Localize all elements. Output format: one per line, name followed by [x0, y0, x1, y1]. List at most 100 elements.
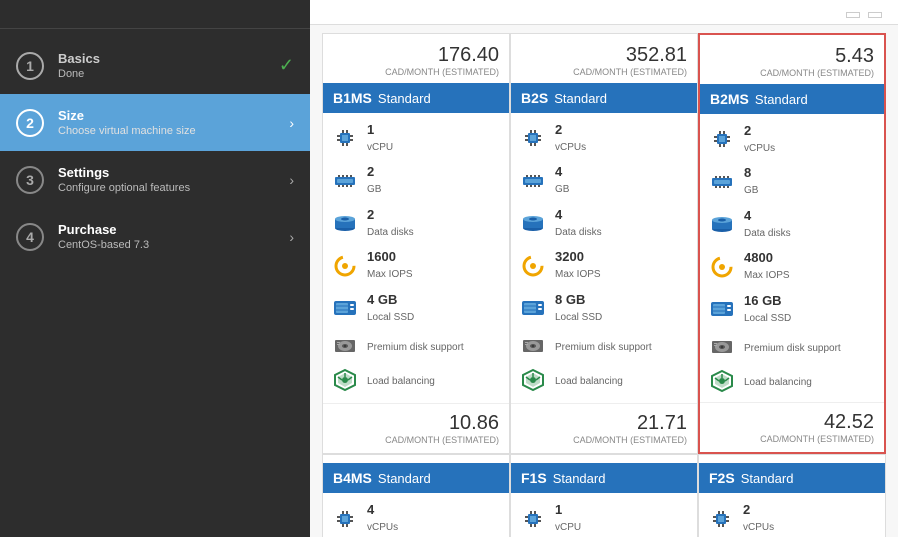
premium-disk-icon	[521, 336, 545, 356]
iops-icon	[334, 255, 356, 277]
size-col-b2s[interactable]: 352.81 CAD/MONTH (ESTIMATED) B2S Standar…	[510, 33, 698, 454]
size-header-f1s: F1S Standard	[511, 463, 697, 493]
feature-icon-iops	[710, 255, 734, 279]
feature-text-ssd: 4 GB Local SSD	[367, 292, 414, 324]
size-col-b2ms[interactable]: 5.43 CAD/MONTH (ESTIMATED) B2MS Standard	[698, 33, 886, 454]
feature-icon-disk	[521, 211, 545, 235]
size-features: 4 vCPUs 16 GB	[323, 493, 509, 537]
step-number-size: 2	[16, 109, 44, 137]
size-type: Standard	[755, 92, 808, 107]
left-panel-header	[0, 0, 310, 29]
feature-row-prem: Premium disk support	[700, 330, 884, 364]
feature-text-prem: Premium disk support	[555, 339, 652, 355]
feature-row-cpu: 2 vCPUs	[511, 117, 697, 159]
feature-row-ram: 2 GB	[323, 159, 509, 201]
size-features: 2 vCPUs 8 GB	[700, 114, 884, 402]
feature-row-ram: 4 GB	[511, 159, 697, 201]
step-content-size: Size Choose virtual machine size	[58, 108, 281, 137]
feature-icon-ssd	[333, 296, 357, 320]
iops-icon	[711, 256, 733, 278]
size-type: Standard	[378, 91, 431, 106]
step-item-purchase[interactable]: 4 Purchase CentOS-based 7.3 ›	[0, 208, 310, 265]
feature-text-prem: Premium disk support	[367, 339, 464, 355]
cpu-icon	[522, 127, 544, 149]
price-top-b2ms: 5.43 CAD/MONTH (ESTIMATED)	[700, 35, 884, 84]
step-content-settings: Settings Configure optional features	[58, 165, 281, 194]
cpu-icon	[334, 127, 356, 149]
step-item-basics[interactable]: 1 Basics Done ✓	[0, 37, 310, 94]
feature-text-iops: 3200 Max IOPS	[555, 249, 601, 281]
size-tier: B1MS	[333, 90, 372, 106]
size-tier: B2MS	[710, 91, 749, 107]
feature-text-iops: 1600 Max IOPS	[367, 249, 413, 281]
feature-text-cpu: 1 vCPU	[367, 122, 393, 154]
step-number-settings: 3	[16, 166, 44, 194]
ram-icon	[522, 174, 544, 188]
feature-icon-cpu	[710, 127, 734, 151]
feature-text-disk: 4 Data disks	[555, 207, 602, 239]
step-item-settings[interactable]: 3 Settings Configure optional features ›	[0, 151, 310, 208]
close-panel-button[interactable]	[868, 12, 882, 18]
size-features: 1 vCPU 2 GB	[511, 493, 697, 537]
step-content-basics: Basics Done	[58, 51, 271, 80]
feature-row-iops: 1600 Max IOPS	[323, 244, 509, 286]
load-balancing-icon	[333, 368, 357, 392]
price-bottom-b1ms: 10.86 CAD/MONTH (ESTIMATED)	[323, 403, 509, 453]
step-sub-settings: Configure optional features	[58, 182, 281, 194]
feature-row-ram: 8 GB	[700, 160, 884, 202]
cpu-icon	[334, 508, 356, 530]
feature-row-ssd: 4 GB Local SSD	[323, 287, 509, 329]
cpu-icon	[711, 128, 733, 150]
feature-icon-iops	[333, 254, 357, 278]
feature-icon-cpu	[521, 126, 545, 150]
feature-text-cpu: 2 vCPUs	[744, 123, 775, 155]
price-top-b1ms: 176.40 CAD/MONTH (ESTIMATED)	[323, 34, 509, 83]
size-tier: F2S	[709, 470, 735, 486]
size-type: Standard	[554, 91, 607, 106]
feature-text-ram: 2 GB	[367, 164, 381, 196]
feature-text-cpu: 2 vCPUs	[555, 122, 586, 154]
window-controls	[846, 12, 882, 18]
size-col-f2s[interactable]: F2S Standard 2 vCPUs	[698, 454, 886, 537]
feature-row-cpu: 2 vCPUs	[700, 118, 884, 160]
size-features: 2 vCPUs 4 GB	[699, 493, 885, 537]
feature-text-ssd: 16 GB Local SSD	[744, 293, 791, 325]
load-balancing-icon	[521, 368, 545, 392]
sizes-container[interactable]: 176.40 CAD/MONTH (ESTIMATED) B1MS Standa…	[310, 25, 898, 537]
maximize-button[interactable]	[846, 12, 860, 18]
step-item-size[interactable]: 2 Size Choose virtual machine size ›	[0, 94, 310, 151]
feature-text-disk: 2 Data disks	[367, 207, 414, 239]
size-col-f1s[interactable]: F1S Standard 1 vCPU	[510, 454, 698, 537]
disk-icon	[710, 215, 734, 233]
size-col-b4ms[interactable]: B4MS Standard 4 vCPUs	[322, 454, 510, 537]
feature-icon-ram	[333, 169, 357, 193]
feature-row-lb: Load balancing	[511, 363, 697, 397]
right-panel-header	[310, 0, 898, 25]
size-col-b1ms[interactable]: 176.40 CAD/MONTH (ESTIMATED) B1MS Standa…	[322, 33, 510, 454]
load-balancing-icon	[710, 369, 734, 393]
premium-disk-icon	[333, 336, 357, 356]
feature-icon-ssd	[521, 296, 545, 320]
feature-row-prem: Premium disk support	[323, 329, 509, 363]
cpu-icon	[710, 508, 732, 530]
step-arrow-settings: ›	[289, 172, 294, 188]
step-sub-basics: Done	[58, 68, 271, 80]
step-name-size: Size	[58, 108, 281, 123]
right-panel: 176.40 CAD/MONTH (ESTIMATED) B1MS Standa…	[310, 0, 898, 537]
feature-row-disk: 2 Data disks	[323, 202, 509, 244]
feature-icon-disk	[333, 211, 357, 235]
close-dialog-button[interactable]	[286, 12, 294, 16]
size-type: Standard	[553, 471, 606, 486]
size-header-b1ms: B1MS Standard	[323, 83, 509, 113]
feature-row-cpu: 1 vCPU	[511, 497, 697, 537]
feature-row-cpu: 1 vCPU	[323, 117, 509, 159]
feature-icon-lb	[710, 369, 734, 393]
feature-icon-prem	[710, 335, 734, 359]
feature-row-cpu: 4 vCPUs	[323, 497, 509, 537]
feature-row-prem: Premium disk support	[511, 329, 697, 363]
disk-icon	[333, 214, 357, 232]
feature-icon-cpu	[709, 507, 733, 531]
feature-row-iops: 3200 Max IOPS	[511, 244, 697, 286]
feature-text-iops: 4800 Max IOPS	[744, 250, 790, 282]
size-features: 2 vCPUs 4 GB	[511, 113, 697, 403]
